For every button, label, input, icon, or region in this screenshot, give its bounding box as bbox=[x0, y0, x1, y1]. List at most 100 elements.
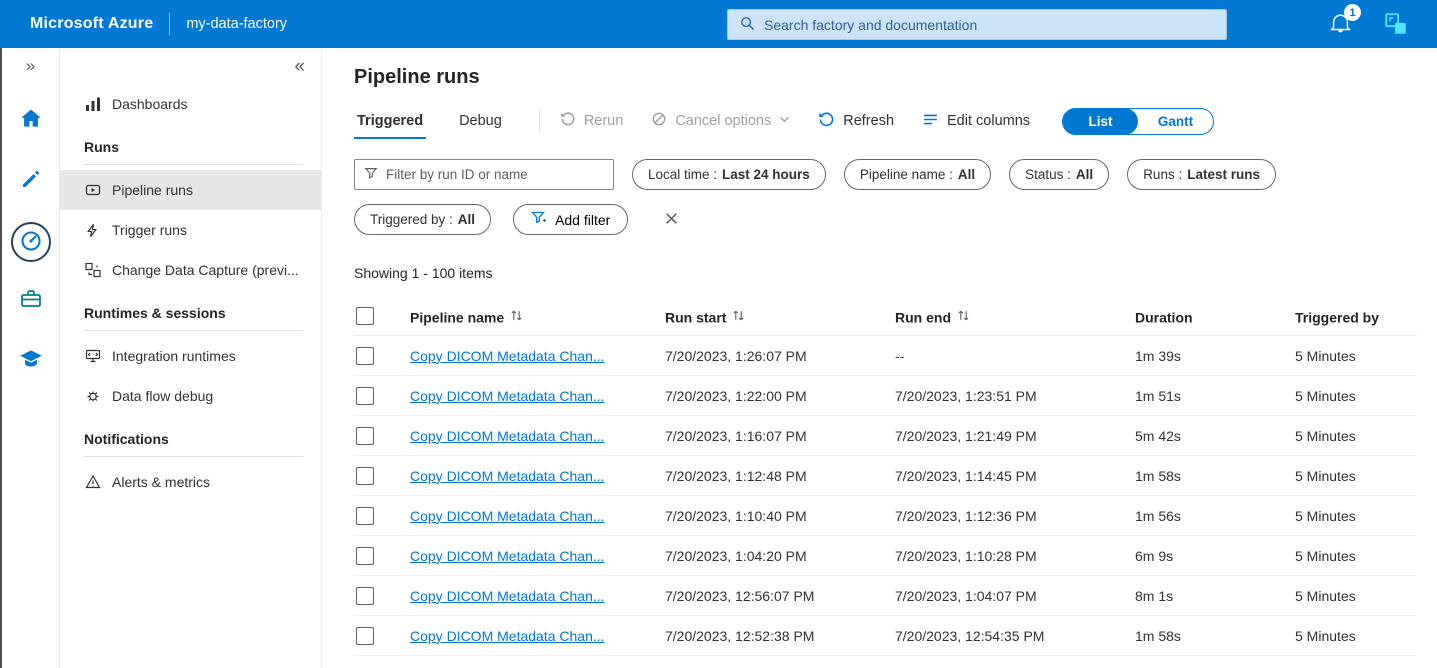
filter-pill-label: Pipeline name : bbox=[859, 167, 953, 182]
monitor-nav-button[interactable] bbox=[10, 222, 51, 262]
sidebar-section-notifications: Notifications bbox=[84, 431, 169, 447]
filter-pill-local-time[interactable]: Local time : Last 24 hours bbox=[632, 159, 826, 190]
sidebar-item-integration-runtimes[interactable]: Integration runtimes bbox=[60, 336, 321, 376]
section-divider bbox=[84, 164, 303, 165]
filter-pill-status[interactable]: Status : All bbox=[1009, 159, 1110, 190]
duration-cell: 1m 39s bbox=[1123, 335, 1283, 377]
sidebar-item-label: Trigger runs bbox=[112, 222, 187, 238]
header-pipeline-name[interactable]: Pipeline name bbox=[398, 297, 653, 337]
view-toggle: List Gantt bbox=[1062, 107, 1215, 135]
row-checkbox-cell bbox=[354, 575, 398, 617]
duration-cell: 1m 58s bbox=[1123, 615, 1283, 657]
row-checkbox[interactable] bbox=[356, 386, 374, 405]
triggered-by-cell: 5 Minutes bbox=[1283, 455, 1417, 497]
pipeline-name-cell: Copy DICOM Metadata Chan... bbox=[398, 575, 653, 617]
row-checkbox[interactable] bbox=[356, 426, 374, 445]
triggered-by-cell: 5 Minutes bbox=[1283, 535, 1417, 577]
pipeline-name-link[interactable]: Copy DICOM Metadata Chan... bbox=[410, 548, 605, 564]
sidebar-item-dashboards[interactable]: Dashboards bbox=[60, 84, 321, 124]
filter-pill-pipeline-name[interactable]: Pipeline name : All bbox=[843, 159, 992, 190]
double-chevron-left-icon: « bbox=[294, 56, 305, 77]
notification-badge: 1 bbox=[1344, 4, 1361, 21]
run-start-cell: 7/20/2023, 1:16:07 PM bbox=[653, 415, 883, 457]
row-checkbox[interactable] bbox=[356, 466, 374, 485]
pipeline-name-link[interactable]: Copy DICOM Metadata Chan... bbox=[410, 508, 605, 524]
pipeline-name-link[interactable]: Copy DICOM Metadata Chan... bbox=[410, 588, 605, 604]
sidebar-item-trigger-runs[interactable]: Trigger runs bbox=[60, 210, 321, 250]
collapse-sidebar-button[interactable]: « bbox=[294, 56, 305, 78]
sidebar-section-runs: Runs bbox=[84, 139, 119, 155]
filter-pill-value: Last 24 hours bbox=[722, 167, 810, 182]
run-start-cell: 7/20/2023, 12:52:38 PM bbox=[653, 615, 883, 657]
global-search-input[interactable] bbox=[764, 16, 1214, 33]
pipeline-name-link[interactable]: Copy DICOM Metadata Chan... bbox=[410, 468, 605, 484]
row-checkbox-cell bbox=[354, 455, 398, 497]
sort-arrows-icon bbox=[510, 309, 523, 325]
tab-label: Debug bbox=[459, 113, 502, 129]
list-view-button[interactable]: List bbox=[1063, 107, 1139, 135]
sidebar-item-change-data-capture[interactable]: Change Data Capture (previ... bbox=[60, 250, 321, 290]
pipeline-name-link[interactable]: Copy DICOM Metadata Chan... bbox=[410, 428, 605, 444]
filter-row-2: Triggered by : All Add filter bbox=[354, 204, 1417, 235]
select-all-checkbox[interactable] bbox=[356, 307, 374, 326]
azure-brand[interactable]: Microsoft Azure bbox=[30, 15, 153, 33]
manage-nav-button[interactable] bbox=[13, 282, 49, 318]
filter-pill-value: All bbox=[957, 167, 976, 182]
global-search-box[interactable] bbox=[727, 9, 1227, 40]
sidebar-item-label: Dashboards bbox=[112, 96, 188, 112]
sidebar-item-data-flow-debug[interactable]: Data flow debug bbox=[60, 376, 321, 416]
row-checkbox-cell bbox=[354, 335, 398, 377]
pipeline-name-cell: Copy DICOM Metadata Chan... bbox=[398, 535, 653, 577]
row-checkbox[interactable] bbox=[356, 346, 374, 365]
table-row: Copy DICOM Metadata Chan... 7/20/2023, 1:… bbox=[354, 335, 1417, 377]
filter-pill-runs[interactable]: Runs : Latest runs bbox=[1127, 159, 1276, 190]
sidebar-item-label: Pipeline runs bbox=[112, 182, 193, 198]
factory-name[interactable]: my-data-factory bbox=[186, 16, 287, 32]
refresh-label: Refresh bbox=[843, 113, 895, 129]
filter-pill-label: Runs : bbox=[1143, 167, 1183, 182]
pipeline-name-link[interactable]: Copy DICOM Metadata Chan... bbox=[410, 348, 605, 364]
switch-factory-button[interactable] bbox=[1383, 11, 1409, 37]
triggered-by-cell: 5 Minutes bbox=[1283, 615, 1417, 657]
rerun-button[interactable]: Rerun bbox=[560, 111, 624, 131]
table-row: Copy DICOM Metadata Chan... 7/20/2023, 12… bbox=[354, 615, 1417, 657]
cdc-icon bbox=[84, 262, 101, 279]
dashboards-icon bbox=[84, 96, 101, 113]
edit-columns-button[interactable]: Edit columns bbox=[922, 111, 1030, 132]
notifications-button[interactable]: 1 bbox=[1329, 4, 1361, 36]
table-row: Copy DICOM Metadata Chan... 7/20/2023, 1:… bbox=[354, 495, 1417, 537]
run-filter-input[interactable] bbox=[386, 167, 604, 182]
header-label: Triggered by bbox=[1295, 308, 1380, 325]
expand-rail-button[interactable]: » bbox=[26, 56, 35, 84]
left-icon-rail: » bbox=[2, 48, 60, 668]
learning-center-nav-button[interactable] bbox=[13, 342, 49, 378]
tab-triggered[interactable]: Triggered bbox=[354, 103, 427, 139]
rerun-label: Rerun bbox=[583, 113, 624, 129]
cancel-options-button[interactable]: Cancel options bbox=[651, 111, 790, 131]
row-checkbox[interactable] bbox=[356, 586, 374, 605]
filter-pill-triggered-by[interactable]: Triggered by : All bbox=[354, 204, 492, 235]
header-run-start[interactable]: Run start bbox=[653, 297, 883, 337]
header-run-end[interactable]: Run end bbox=[883, 297, 1123, 337]
row-checkbox[interactable] bbox=[356, 626, 374, 645]
row-checkbox[interactable] bbox=[356, 506, 374, 525]
pipeline-runs-body: Copy DICOM Metadata Chan... 7/20/2023, 1:… bbox=[354, 335, 1417, 657]
pipeline-name-link[interactable]: Copy DICOM Metadata Chan... bbox=[410, 388, 605, 404]
run-filter-box[interactable] bbox=[354, 159, 614, 190]
filter-pill-label: Local time : bbox=[648, 167, 718, 182]
duration-cell: 1m 56s bbox=[1123, 495, 1283, 537]
sidebar-item-alerts-metrics[interactable]: Alerts & metrics bbox=[60, 462, 321, 502]
home-nav-button[interactable] bbox=[13, 102, 49, 138]
showing-count: Showing 1 - 100 items bbox=[354, 265, 493, 281]
row-checkbox-cell bbox=[354, 415, 398, 457]
pipeline-name-link[interactable]: Copy DICOM Metadata Chan... bbox=[410, 628, 605, 644]
clear-filters-button[interactable] bbox=[664, 211, 679, 229]
sidebar-item-pipeline-runs[interactable]: Pipeline runs bbox=[60, 170, 321, 210]
add-filter-button[interactable]: Add filter bbox=[513, 204, 629, 235]
gantt-view-button[interactable]: Gantt bbox=[1138, 108, 1213, 135]
refresh-button[interactable]: Refresh bbox=[818, 111, 894, 132]
row-checkbox[interactable] bbox=[356, 546, 374, 565]
manage-toolbox-icon bbox=[19, 287, 43, 314]
author-nav-button[interactable] bbox=[13, 162, 49, 198]
tab-debug[interactable]: Debug bbox=[456, 103, 505, 139]
